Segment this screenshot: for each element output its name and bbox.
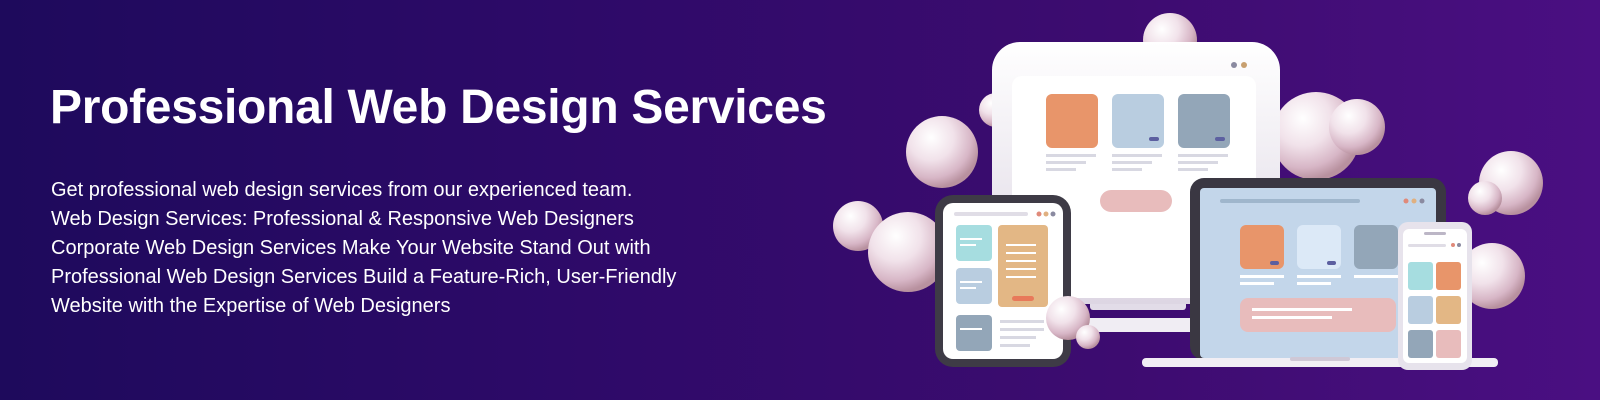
description-line: Get professional web design services fro…: [51, 179, 633, 201]
description-line: Professional Web Design Services Build a…: [51, 266, 677, 288]
tablet: [935, 195, 1071, 367]
description-line: Web Design Services: Professional & Resp…: [51, 208, 634, 230]
keyboard: [1082, 318, 1202, 332]
devices-illustration: [833, 13, 1543, 370]
smartphone: [1398, 222, 1472, 370]
hero-banner: Professional Web Design Services Get pro…: [0, 0, 1600, 400]
description-line: Website with the Expertise of Web Design…: [51, 295, 451, 317]
hero-description: Get professional web design services fro…: [51, 176, 676, 321]
description-line: Corporate Web Design Services Make Your …: [51, 237, 651, 259]
page-title: Professional Web Design Services: [50, 81, 827, 134]
